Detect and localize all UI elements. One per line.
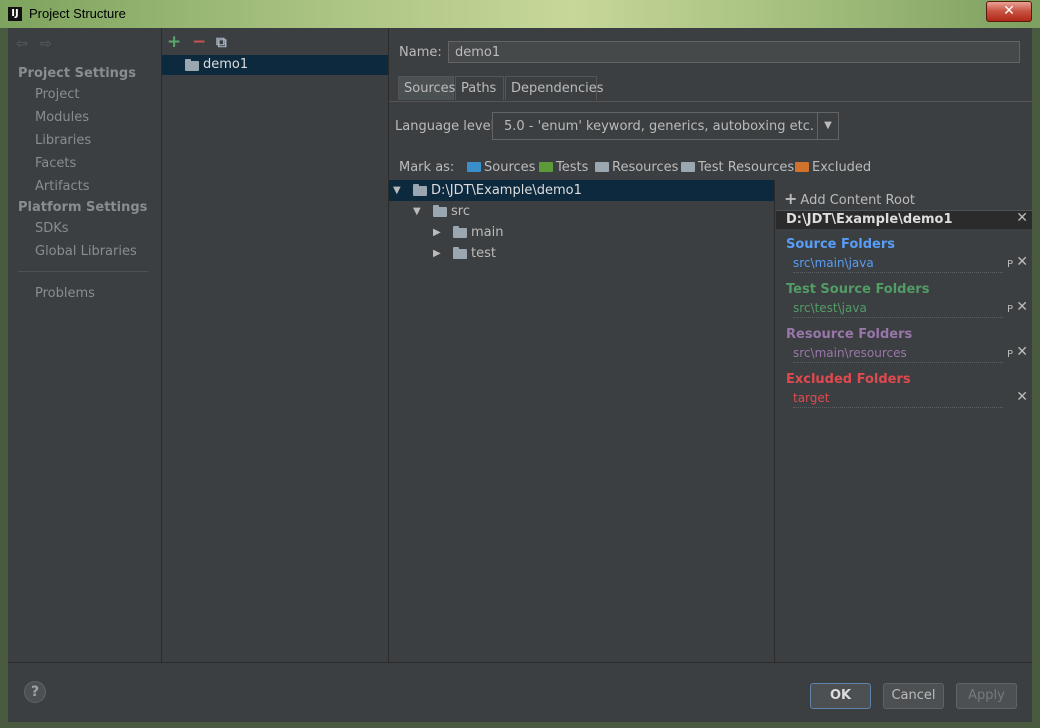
help-button[interactable]: ? bbox=[24, 681, 46, 703]
mark-sources-label: Sources bbox=[484, 160, 536, 175]
excluded-folder-entry: target bbox=[793, 391, 1003, 408]
source-folders-heading: Source Folders bbox=[786, 237, 896, 252]
resource-folder-entry: src\main\resources bbox=[793, 346, 1003, 363]
tab-paths[interactable]: Paths bbox=[455, 76, 504, 100]
module-list-panel: + − ⧉ demo1 bbox=[162, 28, 389, 662]
excluded-folders-heading: Excluded Folders bbox=[786, 372, 911, 387]
content-root-header: D:\JDT\Example\demo1 ✕ bbox=[776, 210, 1032, 229]
forward-arrow-icon[interactable]: ⇨ bbox=[40, 36, 52, 52]
tree-row-root[interactable]: ▼ D:\JDT\Example\demo1 bbox=[389, 180, 774, 201]
tree-row-src[interactable]: ▼ src bbox=[389, 201, 774, 222]
content-root-path: D:\JDT\Example\demo1 bbox=[786, 212, 953, 227]
mark-sources-button[interactable]: Sources bbox=[467, 160, 535, 175]
window-frame: IJ Project Structure ✕ ⇦ ⇨ Project Setti… bbox=[0, 0, 1040, 728]
nav-item-artifacts[interactable]: Artifacts bbox=[35, 179, 90, 194]
sources-folder-icon bbox=[467, 162, 481, 172]
back-arrow-icon[interactable]: ⇦ bbox=[16, 36, 28, 52]
folder-icon bbox=[413, 184, 427, 196]
dropdown-arrow-icon[interactable]: ▼ bbox=[817, 113, 838, 139]
module-folder-icon bbox=[185, 59, 199, 71]
copy-module-icon[interactable]: ⧉ bbox=[216, 32, 227, 52]
collapsed-arrow-icon[interactable]: ▶ bbox=[433, 222, 441, 243]
tree-row-test[interactable]: ▶ test bbox=[389, 243, 774, 264]
mark-excluded-label: Excluded bbox=[812, 160, 872, 175]
window-title: Project Structure bbox=[29, 6, 126, 21]
window-close-button[interactable]: ✕ bbox=[986, 1, 1032, 22]
remove-test-source-icon[interactable]: ✕ bbox=[1016, 299, 1028, 315]
resource-folders-heading: Resource Folders bbox=[786, 327, 913, 342]
nav-item-sdks[interactable]: SDKs bbox=[35, 221, 69, 236]
nav-item-problems[interactable]: Problems bbox=[35, 286, 95, 301]
add-content-root-label: Add Content Root bbox=[800, 193, 915, 208]
add-content-root-button[interactable]: + Add Content Root bbox=[784, 189, 915, 208]
module-name: demo1 bbox=[203, 57, 249, 72]
content-tree: ▼ D:\JDT\Example\demo1 ▼ src ▶ main ▶ te… bbox=[389, 180, 775, 662]
language-level-select[interactable]: 5.0 - 'enum' keyword, generics, autoboxi… bbox=[492, 112, 839, 140]
plus-icon: + bbox=[784, 189, 798, 208]
collapsed-arrow-icon[interactable]: ▶ bbox=[433, 243, 441, 264]
excluded-folder-icon bbox=[795, 162, 809, 172]
ok-button[interactable]: OK bbox=[810, 683, 871, 709]
nav-item-project[interactable]: Project bbox=[35, 87, 79, 102]
intellij-app-icon: IJ bbox=[8, 7, 22, 21]
tests-folder-icon bbox=[539, 162, 553, 172]
mark-resources-button[interactable]: Resources bbox=[595, 160, 678, 175]
bottom-separator bbox=[8, 662, 1032, 663]
nav-item-libraries[interactable]: Libraries bbox=[35, 133, 91, 148]
mark-resources-label: Resources bbox=[612, 160, 679, 175]
name-label: Name: bbox=[399, 45, 442, 60]
nav-section-platform-settings: Platform Settings bbox=[18, 200, 148, 215]
expanded-arrow-icon[interactable]: ▼ bbox=[413, 201, 421, 222]
remove-source-icon[interactable]: ✕ bbox=[1016, 254, 1028, 270]
expanded-arrow-icon[interactable]: ▼ bbox=[393, 180, 401, 201]
remove-resource-icon[interactable]: ✕ bbox=[1016, 344, 1028, 360]
language-level-label: Language level: bbox=[395, 119, 499, 134]
cancel-button[interactable]: Cancel bbox=[883, 683, 944, 709]
edit-properties-icon[interactable]: P bbox=[1007, 349, 1013, 360]
nav-item-facets[interactable]: Facets bbox=[35, 156, 76, 171]
nav-item-modules[interactable]: Modules bbox=[35, 110, 89, 125]
tab-dependencies[interactable]: Dependencies bbox=[505, 76, 604, 100]
content-roots-panel: + Add Content Root D:\JDT\Example\demo1 ✕… bbox=[776, 180, 1032, 662]
edit-properties-icon[interactable]: P bbox=[1007, 304, 1013, 315]
settings-nav: ⇦ ⇨ Project Settings Project Modules Lib… bbox=[8, 28, 162, 662]
folder-icon bbox=[453, 226, 467, 238]
test-source-folder-entry: src\test\java bbox=[793, 301, 1003, 318]
tree-row-main[interactable]: ▶ main bbox=[389, 222, 774, 243]
remove-module-icon[interactable]: − bbox=[192, 32, 206, 52]
source-folder-entry: src\main\java bbox=[793, 256, 1003, 273]
module-list-item[interactable]: demo1 bbox=[162, 55, 388, 75]
language-level-value: 5.0 - 'enum' keyword, generics, autoboxi… bbox=[504, 119, 815, 134]
project-structure-dialog: ⇦ ⇨ Project Settings Project Modules Lib… bbox=[8, 28, 1032, 722]
nav-item-global-libraries[interactable]: Global Libraries bbox=[35, 244, 137, 259]
tree-label-test: test bbox=[471, 246, 496, 261]
remove-excluded-icon[interactable]: ✕ bbox=[1016, 389, 1028, 405]
resources-folder-icon bbox=[595, 162, 609, 172]
tab-sources[interactable]: Sources bbox=[398, 76, 455, 100]
mark-as-label: Mark as: bbox=[399, 160, 455, 175]
mark-test-resources-label: Test Resources bbox=[698, 160, 795, 175]
title-bar: IJ Project Structure ✕ bbox=[0, 0, 1040, 28]
mark-tests-button[interactable]: Tests bbox=[539, 160, 588, 175]
nav-section-project-settings: Project Settings bbox=[18, 66, 136, 81]
mark-test-resources-button[interactable]: Test Resources bbox=[681, 160, 794, 175]
mark-excluded-button[interactable]: Excluded bbox=[795, 160, 871, 175]
remove-root-icon[interactable]: ✕ bbox=[1016, 210, 1028, 226]
mark-tests-label: Tests bbox=[556, 160, 589, 175]
apply-button[interactable]: Apply bbox=[956, 683, 1017, 709]
module-name-input[interactable] bbox=[448, 41, 1020, 63]
edit-properties-icon[interactable]: P bbox=[1007, 259, 1013, 270]
module-settings-panel: Name: Sources Paths Dependencies Languag… bbox=[389, 28, 1032, 662]
tree-label-main: main bbox=[471, 225, 504, 240]
add-module-icon[interactable]: + bbox=[167, 32, 181, 52]
folder-icon bbox=[433, 205, 447, 217]
tree-label-root: D:\JDT\Example\demo1 bbox=[431, 183, 582, 198]
nav-separator bbox=[18, 271, 148, 272]
test-source-folders-heading: Test Source Folders bbox=[786, 282, 930, 297]
test-resources-folder-icon bbox=[681, 162, 695, 172]
tree-label-src: src bbox=[451, 204, 470, 219]
folder-icon bbox=[453, 247, 467, 259]
tab-underline bbox=[389, 101, 1032, 102]
